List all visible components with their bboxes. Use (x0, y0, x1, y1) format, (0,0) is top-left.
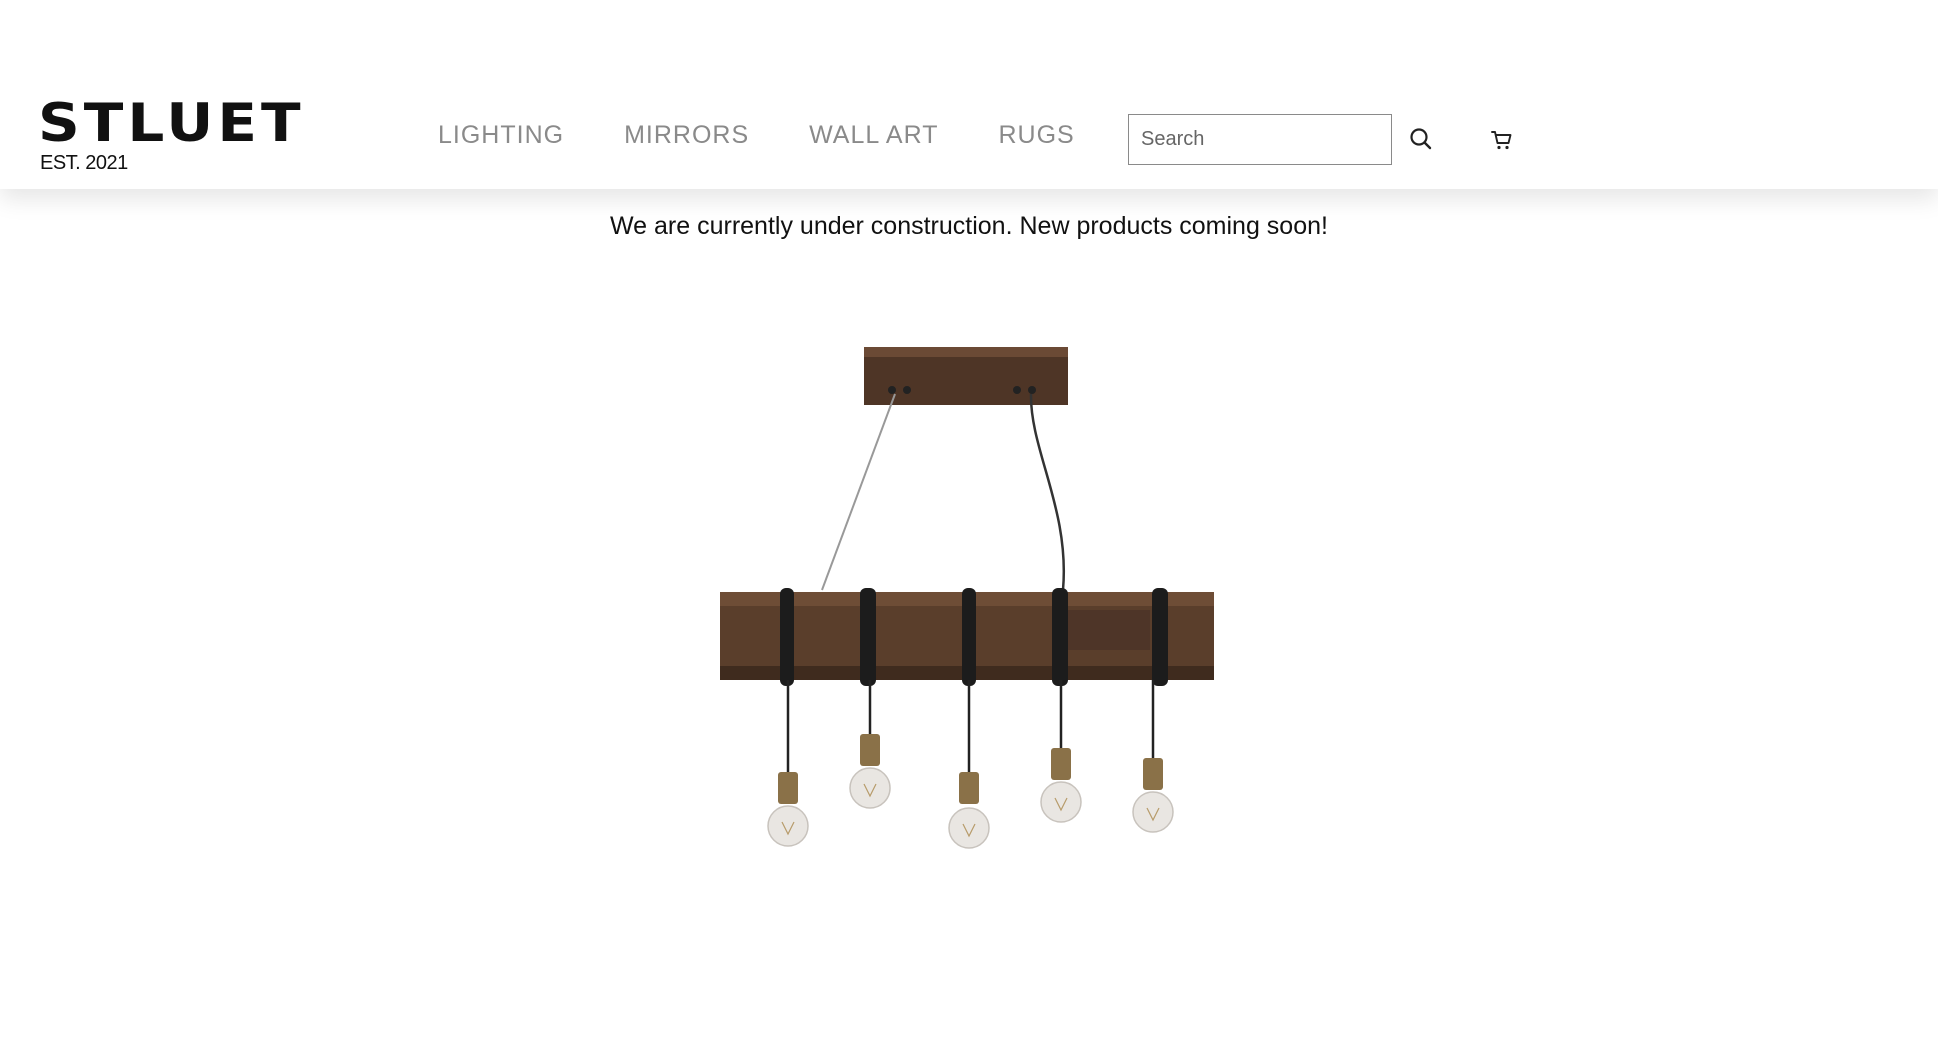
cart-icon[interactable] (1490, 128, 1514, 152)
site-header: STLUET EST. 2021 LIGHTING MIRRORS WALL A… (0, 0, 1938, 189)
logo-established: EST. 2021 (40, 152, 128, 174)
nav-item-rugs[interactable]: RUGS (998, 121, 1074, 150)
construction-notice: We are currently under construction. New… (610, 212, 1328, 240)
brand-logo[interactable]: STLUET EST. 2021 (38, 96, 301, 176)
product-image-chandelier (720, 347, 1214, 849)
logo-wordmark: STLUET (38, 92, 305, 154)
main-nav: LIGHTING MIRRORS WALL ART RUGS (438, 118, 1135, 152)
nav-item-mirrors[interactable]: MIRRORS (624, 121, 749, 150)
nav-item-lighting[interactable]: LIGHTING (438, 121, 564, 150)
search-input[interactable] (1128, 114, 1392, 165)
search-icon[interactable] (1408, 126, 1434, 152)
nav-item-wall-art[interactable]: WALL ART (809, 121, 938, 150)
